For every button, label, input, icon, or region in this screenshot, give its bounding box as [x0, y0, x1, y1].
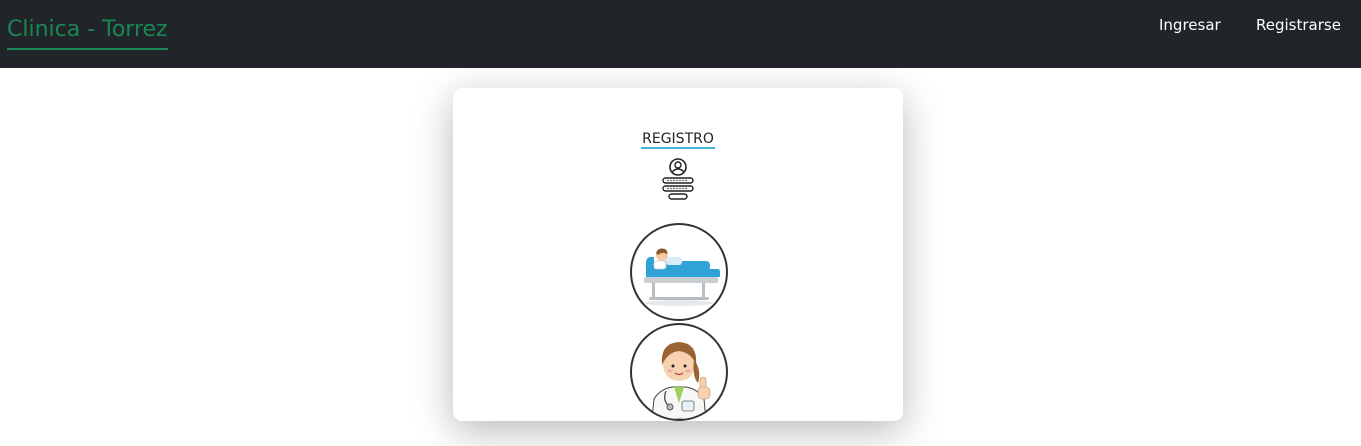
card-title: REGISTRO — [642, 131, 714, 147]
doctor-icon — [651, 342, 711, 419]
patient-in-bed-icon — [644, 248, 720, 306]
user-form-icon — [662, 158, 694, 200]
patient-option-button[interactable] — [630, 223, 728, 321]
brand-link[interactable]: Clinica - Torrez — [7, 15, 168, 45]
doctor-option-button[interactable] — [630, 323, 728, 421]
nav-registrarse-link[interactable]: Registrarse — [1256, 15, 1341, 35]
navbar: Clinica - Torrez Ingresar Registrarse — [0, 0, 1361, 68]
registro-card: REGISTRO — [453, 88, 903, 421]
nav-ingresar-link[interactable]: Ingresar — [1159, 15, 1221, 35]
brand-underline — [7, 48, 168, 50]
title-underline — [641, 147, 715, 149]
